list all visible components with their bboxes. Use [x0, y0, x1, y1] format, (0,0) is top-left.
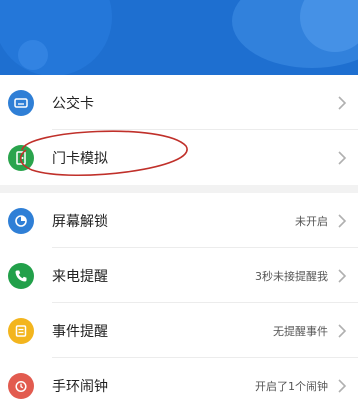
list-item-label: 事件提醒 [52, 323, 108, 340]
event-icon [8, 317, 34, 344]
decor-circle [18, 40, 48, 70]
list-item-label: 屏幕解锁 [52, 213, 108, 230]
list-item-band-alarm[interactable]: 手环闹钟 开启了1个闹钟 [0, 358, 358, 413]
list-item-label: 公交卡 [52, 95, 94, 112]
chevron-right-icon [338, 378, 347, 393]
list-item-status: 开启了1个闹钟 [255, 379, 328, 393]
door-card-icon [8, 144, 34, 171]
list-item-call-reminder[interactable]: 来电提醒 3秒未接提醒我 [0, 248, 358, 303]
header-banner [0, 0, 358, 75]
list-item-label: 手环闹钟 [52, 378, 108, 395]
chevron-right-icon [338, 213, 347, 228]
phone-icon [8, 262, 34, 289]
chevron-right-icon [338, 323, 347, 338]
alarm-clock-icon [8, 372, 34, 399]
list-item-label: 门卡模拟 [52, 150, 108, 167]
list-item-event-reminder[interactable]: 事件提醒 无提醒事件 [0, 303, 358, 358]
list-item-bus-card[interactable]: 公交卡 [0, 75, 358, 130]
unlock-icon [8, 207, 34, 234]
list-item-label: 来电提醒 [52, 268, 108, 285]
decor-circle [0, 0, 112, 75]
chevron-right-icon [338, 95, 347, 110]
list-item-status: 未开启 [295, 214, 328, 228]
list-item-door-card[interactable]: 门卡模拟 [0, 130, 358, 185]
section-gap [0, 185, 358, 193]
chevron-right-icon [338, 150, 347, 165]
list-item-screen-unlock[interactable]: 屏幕解锁 未开启 [0, 193, 358, 248]
chevron-right-icon [338, 268, 347, 283]
list-item-status: 3秒未接提醒我 [255, 269, 328, 283]
bus-card-icon [8, 89, 34, 116]
list-item-status: 无提醒事件 [273, 324, 328, 338]
